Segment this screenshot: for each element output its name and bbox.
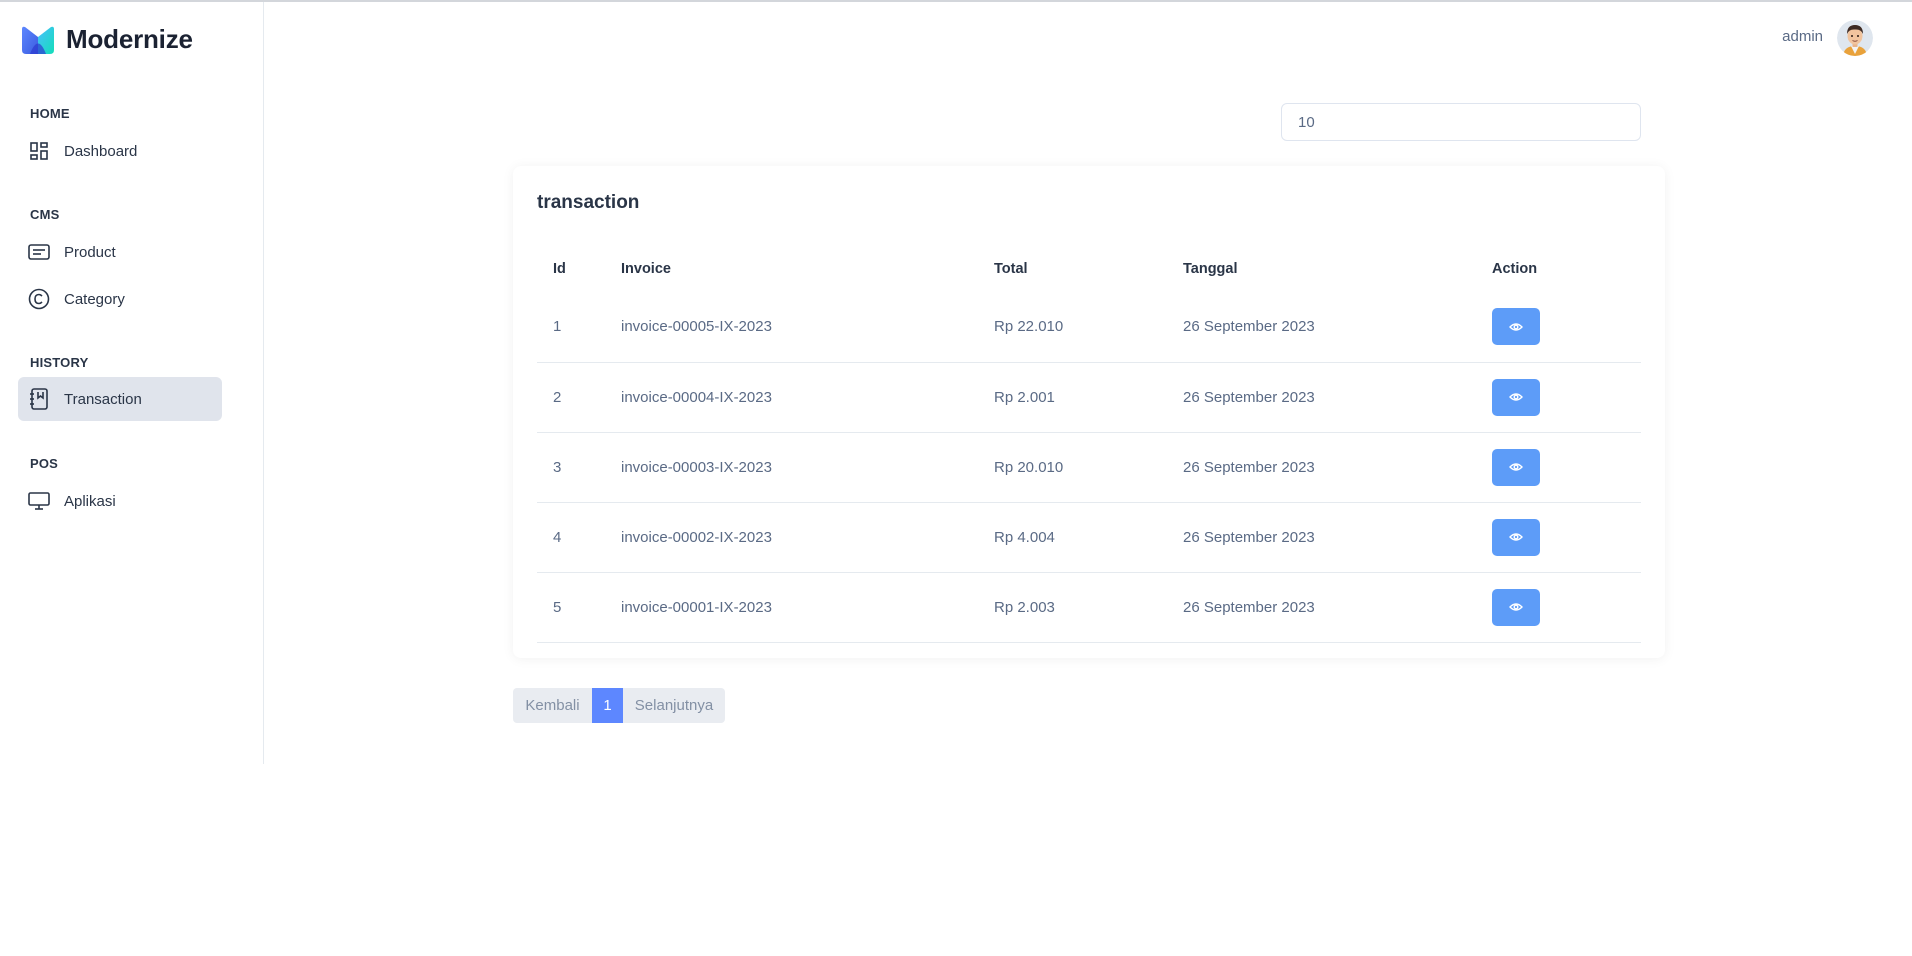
view-button[interactable] — [1492, 588, 1540, 626]
nav-section-cms: CMS — [30, 207, 60, 222]
cell-date: 26 September 2023 — [1183, 502, 1492, 573]
view-button[interactable] — [1492, 308, 1540, 346]
cell-id: 5 — [537, 572, 621, 643]
cell-id: 2 — [537, 362, 621, 433]
sidebar-item-product[interactable]: Product — [18, 230, 222, 274]
sidebar-item-label: Dashboard — [64, 142, 138, 160]
cell-total: Rp 22.010 — [994, 292, 1183, 363]
view-button[interactable] — [1492, 378, 1540, 416]
column-header-tanggal: Tanggal — [1183, 261, 1238, 277]
search-input[interactable] — [1281, 103, 1641, 141]
product-icon — [28, 241, 50, 263]
sidebar-item-label: Category — [64, 290, 125, 308]
cell-invoice: invoice-00005-IX-2023 — [621, 292, 994, 363]
column-header-invoice: Invoice — [621, 261, 671, 277]
sidebar-item-aplikasi[interactable]: Aplikasi — [18, 479, 222, 523]
table-row: 3 invoice-00003-IX-2023 Rp 20.010 26 Sep… — [537, 432, 1641, 503]
cell-id: 3 — [537, 432, 621, 503]
table-header-row: Id Invoice Total Tanggal Action — [537, 246, 1641, 292]
sidebar-item-label: Product — [64, 243, 116, 261]
transaction-table: Id Invoice Total Tanggal Action 1 invoic… — [537, 246, 1641, 643]
pagination-next-button[interactable]: Selanjutnya — [623, 688, 725, 723]
cell-date: 26 September 2023 — [1183, 362, 1492, 433]
column-header-action: Action — [1492, 261, 1538, 277]
table-row: 1 invoice-00005-IX-2023 Rp 22.010 26 Sep… — [537, 292, 1641, 363]
user-name[interactable]: admin — [1782, 28, 1823, 45]
brand[interactable]: Modernize — [20, 24, 193, 55]
eye-icon — [1509, 323, 1523, 331]
eye-icon — [1509, 533, 1523, 541]
cell-invoice: invoice-00003-IX-2023 — [621, 432, 994, 503]
cell-action — [1492, 502, 1641, 573]
sidebar-item-label: Aplikasi — [64, 492, 116, 510]
cell-action — [1492, 572, 1641, 643]
cell-id: 4 — [537, 502, 621, 573]
table-row: 5 invoice-00001-IX-2023 Rp 2.003 26 Sept… — [537, 572, 1641, 643]
pagination-page-button[interactable]: 1 — [592, 688, 623, 723]
transaction-card: transaction Id Invoice Total Tanggal Act… — [513, 166, 1665, 658]
pagination: Kembali 1 Selanjutnya — [513, 688, 725, 723]
nav-section-home: HOME — [30, 106, 70, 121]
sidebar-item-dashboard[interactable]: Dashboard — [18, 129, 222, 173]
column-header-id: Id — [553, 261, 566, 277]
eye-icon — [1509, 463, 1523, 471]
sidebar-item-transaction[interactable]: Transaction — [18, 377, 222, 421]
category-icon — [28, 288, 50, 310]
avatar-image — [1837, 20, 1873, 56]
eye-icon — [1509, 603, 1523, 611]
cell-date: 26 September 2023 — [1183, 292, 1492, 363]
column-header-total: Total — [994, 261, 1028, 277]
table-row: 2 invoice-00004-IX-2023 Rp 2.001 26 Sept… — [537, 362, 1641, 433]
brand-name: Modernize — [66, 24, 193, 54]
cell-action — [1492, 432, 1641, 503]
pagination-prev-button[interactable]: Kembali — [513, 688, 592, 723]
cell-total: Rp 20.010 — [994, 432, 1183, 503]
cell-date: 26 September 2023 — [1183, 432, 1492, 503]
top-border — [0, 0, 1912, 2]
sidebar: Modernize HOME Dashboard CMS Product Cat… — [0, 2, 264, 764]
view-button[interactable] — [1492, 448, 1540, 486]
dashboard-icon — [28, 140, 50, 162]
sidebar-item-label: Transaction — [64, 390, 142, 408]
cell-action — [1492, 292, 1641, 363]
cell-total: Rp 2.001 — [994, 362, 1183, 433]
monitor-icon — [28, 490, 50, 512]
table-row: 4 invoice-00002-IX-2023 Rp 4.004 26 Sept… — [537, 502, 1641, 573]
cell-invoice: invoice-00002-IX-2023 — [621, 502, 994, 573]
cell-total: Rp 2.003 — [994, 572, 1183, 643]
transaction-icon — [28, 388, 50, 410]
brand-logo-icon — [22, 26, 54, 54]
card-title: transaction — [537, 192, 640, 213]
cell-id: 1 — [537, 292, 621, 363]
view-button[interactable] — [1492, 518, 1540, 556]
cell-invoice: invoice-00004-IX-2023 — [621, 362, 994, 433]
nav-section-history: HISTORY — [30, 355, 89, 370]
sidebar-item-category[interactable]: Category — [18, 277, 222, 321]
cell-invoice: invoice-00001-IX-2023 — [621, 572, 994, 643]
avatar[interactable] — [1837, 20, 1873, 56]
cell-action — [1492, 362, 1641, 433]
cell-date: 26 September 2023 — [1183, 572, 1492, 643]
cell-total: Rp 4.004 — [994, 502, 1183, 573]
nav-section-pos: POS — [30, 456, 59, 471]
eye-icon — [1509, 393, 1523, 401]
